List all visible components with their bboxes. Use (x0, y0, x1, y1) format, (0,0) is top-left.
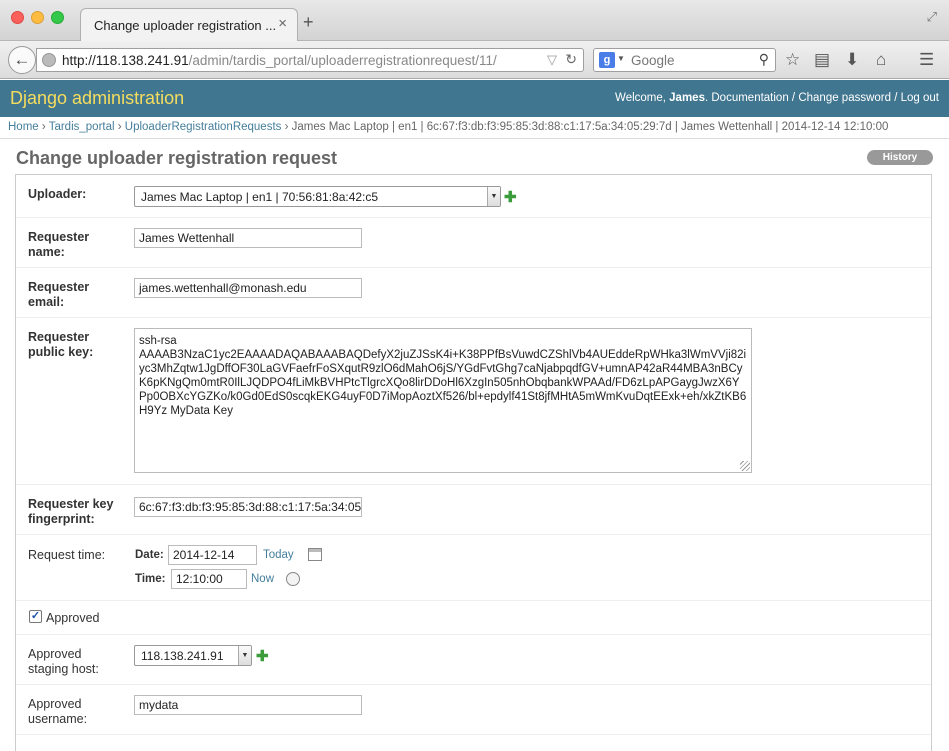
page-title: Change uploader registration request (16, 148, 338, 168)
google-icon[interactable]: g (599, 52, 615, 68)
browser-tab[interactable]: Change uploader registration ... × (80, 8, 298, 42)
now-link[interactable]: Now (251, 573, 274, 585)
back-button[interactable]: ← (8, 46, 36, 74)
approved-username-label: Approved username: (28, 697, 88, 726)
change-form: Uploader: James Mac Laptop | en1 | 70:56… (15, 174, 932, 751)
time-label: Time: (135, 573, 166, 585)
url-text[interactable]: http://118.138.241.91/admin/tardis_porta… (62, 53, 497, 68)
clock-icon[interactable] (286, 572, 300, 586)
form-row-requester-public-key: Requester public key: ssh-rsa AAAAB3NzaC… (16, 318, 931, 485)
admin-header: Django administration Welcome, James. Do… (0, 80, 949, 117)
history-button[interactable]: History (867, 150, 933, 165)
requester-public-key-textarea[interactable]: ssh-rsa AAAAB3NzaC1yc2EAAAADAQABAAABAQDe… (134, 328, 752, 473)
form-row-approved-staging-host: Approved staging host: 118.138.241.91 ▼ … (16, 635, 931, 685)
documentation-link[interactable]: Documentation (711, 92, 788, 104)
home-icon[interactable]: ⌂ (876, 50, 886, 70)
resize-handle-icon[interactable] (740, 461, 750, 471)
form-row-uploader: Uploader: James Mac Laptop | en1 | 70:56… (16, 175, 931, 218)
breadcrumb-current: James Mac Laptop | en1 | 6c:67:f3:db:f3:… (291, 121, 889, 133)
time-input[interactable]: 12:10:00 (171, 569, 247, 589)
today-link[interactable]: Today (263, 549, 294, 561)
breadcrumb-model[interactable]: UploaderRegistrationRequests (125, 121, 282, 133)
tab-title: Change uploader registration ... (94, 18, 277, 33)
username: James (669, 92, 705, 104)
add-uploader-icon[interactable]: ✚ (504, 190, 517, 205)
requester-name-label: Requester name: (28, 230, 90, 259)
minimize-window-button[interactable] (31, 11, 44, 24)
search-icon[interactable]: ⚲ (759, 51, 769, 68)
form-row-requester-name: Requester name: James Wettenhall (16, 218, 931, 268)
requester-key-fingerprint-input[interactable]: 6c:67:f3:db:f3:95:85:3d:88:c1:17:5a:34:0… (134, 497, 362, 517)
form-row-request-time: Request time: Date: 2014-12-14 Today Tim… (16, 535, 931, 601)
uploader-select[interactable]: James Mac Laptop | en1 | 70:56:81:8a:42:… (134, 186, 501, 207)
chevron-down-icon: ▼ (487, 187, 500, 206)
add-staging-host-icon[interactable]: ✚ (256, 649, 269, 664)
requester-email-label: Requester email: (28, 280, 90, 309)
breadcrumb: Home › Tardis_portal › UploaderRegistrat… (0, 117, 949, 139)
date-label: Date: (135, 549, 164, 561)
zoom-window-button[interactable] (51, 11, 64, 24)
date-input[interactable]: 2014-12-14 (168, 545, 257, 565)
calendar-icon[interactable] (308, 548, 322, 561)
chevron-down-icon: ▼ (238, 646, 251, 665)
site-branding[interactable]: Django administration (10, 88, 184, 109)
bookmarks-list-icon[interactable]: ▤ (814, 50, 830, 70)
requester-name-input[interactable]: James Wettenhall (134, 228, 362, 248)
menu-icon[interactable]: ☰ (919, 50, 934, 70)
close-window-button[interactable] (11, 11, 24, 24)
approved-staging-host-label: Approved staging host: (28, 647, 99, 676)
url-bar[interactable]: http://118.138.241.91/admin/tardis_porta… (36, 48, 584, 72)
logout-link[interactable]: Log out (901, 92, 939, 104)
search-input[interactable]: Google (631, 53, 675, 68)
new-tab-button[interactable]: + (303, 12, 314, 33)
window-titlebar: Change uploader registration ... × + ⤢ (0, 0, 949, 42)
fullscreen-icon[interactable]: ⤢ (927, 9, 937, 25)
welcome-text: Welcome, (615, 92, 670, 104)
chevron-down-icon[interactable]: ▼ (617, 54, 625, 63)
requester-key-fingerprint-label: Requester key fingerprint: (28, 497, 114, 526)
bookmark-star-icon[interactable]: ☆ (785, 50, 800, 70)
globe-icon (42, 53, 56, 67)
form-row-approved: ✓ Approved (16, 601, 931, 635)
approved-username-input[interactable]: mydata (134, 695, 362, 715)
search-bar[interactable]: g ▼ Google ⚲ (593, 48, 776, 72)
approved-checkbox[interactable]: ✓ (29, 610, 42, 623)
form-row-requester-email: Requester email: james.wettenhall@monash… (16, 268, 931, 318)
change-password-link[interactable]: Change password (798, 92, 891, 104)
download-icon[interactable]: ⬇ (845, 50, 859, 70)
request-time-label: Request time: (28, 548, 106, 562)
requester-email-input[interactable]: james.wettenhall@monash.edu (134, 278, 362, 298)
approved-label: Approved (46, 611, 100, 625)
reload-icon[interactable]: ↻ (565, 51, 577, 68)
form-row-requester-key-fingerprint: Requester key fingerprint: 6c:67:f3:db:f… (16, 485, 931, 535)
uploader-label: Uploader: (28, 187, 87, 201)
navigation-toolbar: http://118.138.241.91/admin/tardis_porta… (0, 41, 949, 79)
url-dropdown-icon[interactable]: ▽ (547, 52, 557, 68)
form-row-approved-username: Approved username: mydata (16, 685, 931, 735)
user-tools: Welcome, James. Documentation / Change p… (615, 92, 939, 104)
breadcrumb-home[interactable]: Home (8, 121, 39, 133)
requester-public-key-label: Requester public key: (28, 330, 94, 359)
close-icon[interactable]: × (278, 15, 287, 32)
approved-staging-host-select[interactable]: 118.138.241.91 ▼ (134, 645, 252, 666)
breadcrumb-app[interactable]: Tardis_portal (49, 121, 115, 133)
